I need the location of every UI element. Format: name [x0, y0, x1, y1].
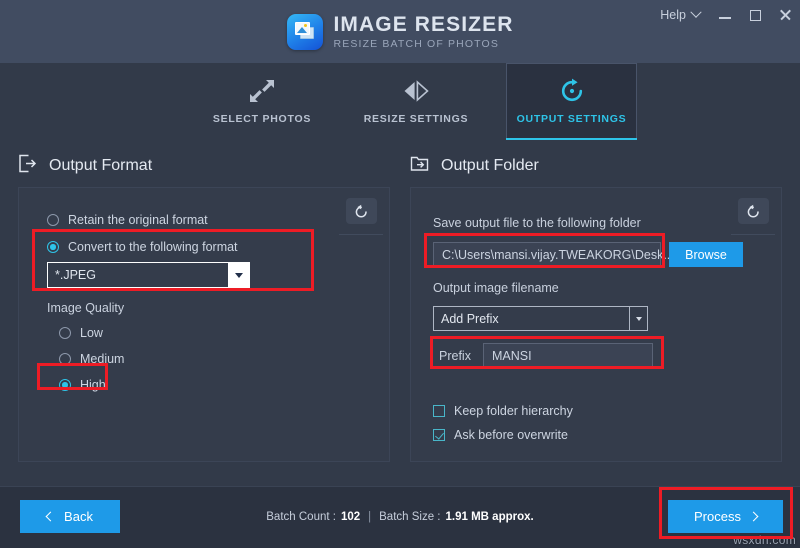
- expand-arrows-icon: [249, 78, 275, 104]
- radio-quality-medium[interactable]: Medium: [59, 352, 124, 366]
- output-folder-reset-button[interactable]: [738, 198, 769, 224]
- prefix-mode-arrow[interactable]: [629, 307, 647, 330]
- checkbox-ask-overwrite-label: Ask before overwrite: [454, 428, 568, 442]
- checkbox-keep-hierarchy[interactable]: Keep folder hierarchy: [433, 404, 573, 418]
- app-window: IMAGE RESIZER RESIZE BATCH OF PHOTOS Hel…: [0, 0, 800, 548]
- prefix-mode-select[interactable]: Add Prefix: [433, 306, 648, 331]
- refresh-icon: [559, 78, 585, 104]
- back-button[interactable]: Back: [20, 500, 120, 533]
- batch-count-label: Batch Count :: [266, 511, 336, 523]
- prefix-input[interactable]: MANSI: [482, 343, 653, 368]
- output-path-input[interactable]: C:\Users\mansi.vijay.TWEAKORG\Desk...: [433, 242, 674, 267]
- prefix-mode-value: Add Prefix: [441, 311, 499, 326]
- radio-quality-high-label: High: [80, 378, 106, 392]
- export-icon: [18, 154, 37, 178]
- batch-size-label: Batch Size :: [379, 511, 441, 523]
- chevron-down-icon: [690, 6, 702, 18]
- tab-resize-settings-label: RESIZE SETTINGS: [363, 112, 469, 125]
- reset-icon: [355, 204, 367, 218]
- close-button[interactable]: [770, 0, 800, 30]
- minimize-icon: [719, 17, 731, 19]
- prefix-label: Prefix: [439, 348, 471, 363]
- folder-export-icon: [410, 154, 429, 178]
- panel-divider: [339, 234, 383, 235]
- format-select[interactable]: *.JPEG: [47, 262, 250, 288]
- radio-quality-low-label: Low: [80, 326, 103, 340]
- radio-quality-low-indicator: [59, 327, 71, 339]
- tab-select-photos-label: SELECT PHOTOS: [212, 112, 312, 125]
- browse-button[interactable]: Browse: [669, 242, 743, 267]
- maximize-icon: [750, 10, 761, 21]
- output-folder-header: Output Folder: [410, 154, 539, 178]
- checkbox-keep-hierarchy-indicator: [433, 405, 445, 417]
- tab-resize-settings[interactable]: RESIZE SETTINGS: [351, 63, 481, 139]
- radio-quality-medium-label: Medium: [80, 352, 125, 366]
- checkbox-keep-hierarchy-label: Keep folder hierarchy: [454, 404, 573, 418]
- output-folder-panel: Save output file to the following folder…: [410, 187, 782, 462]
- tab-strip: SELECT PHOTOS RESIZE SETTINGS OUTPUT SET…: [0, 63, 800, 140]
- footer-bar: Batch Count : 102 | Batch Size : 1.91 MB…: [0, 486, 800, 548]
- tab-output-settings-label: OUTPUT SETTINGS: [516, 113, 627, 125]
- output-folder-title: Output Folder: [441, 157, 539, 174]
- prefix-field-row: Prefix MANSI: [439, 343, 653, 368]
- reset-icon: [747, 204, 759, 218]
- radio-retain-original-label: Retain the original format: [68, 213, 208, 227]
- chevron-left-icon: [45, 511, 56, 522]
- app-subtitle: RESIZE BATCH OF PHOTOS: [333, 37, 500, 50]
- batch-count-value: 102: [340, 511, 361, 523]
- process-button[interactable]: Process: [668, 500, 783, 533]
- batch-size-value: 1.91 MB approx.: [445, 511, 534, 523]
- checkbox-ask-overwrite[interactable]: Ask before overwrite: [433, 428, 568, 442]
- app-brand: IMAGE RESIZER RESIZE BATCH OF PHOTOS: [286, 12, 514, 50]
- title-bar: IMAGE RESIZER RESIZE BATCH OF PHOTOS Hel…: [0, 0, 800, 63]
- tab-select-photos[interactable]: SELECT PHOTOS: [197, 63, 327, 139]
- panel-divider: [731, 234, 775, 235]
- chevron-down-icon: [635, 316, 642, 321]
- chevron-down-icon: [234, 272, 243, 278]
- radio-retain-original-indicator: [47, 214, 59, 226]
- maximize-button[interactable]: [740, 0, 770, 30]
- radio-convert-format-indicator: [47, 241, 59, 253]
- radio-convert-format[interactable]: Convert to the following format: [47, 240, 238, 254]
- window-controls: Help: [650, 0, 800, 30]
- chevron-right-icon: [748, 511, 759, 522]
- output-format-reset-button[interactable]: [346, 198, 377, 224]
- batch-separator: |: [368, 511, 372, 523]
- save-output-label: Save output file to the following folder: [433, 216, 641, 230]
- help-label: Help: [660, 8, 686, 22]
- help-menu-button[interactable]: Help: [650, 4, 710, 26]
- output-filename-label: Output image filename: [433, 281, 559, 295]
- output-format-title: Output Format: [49, 157, 153, 174]
- watermark: wsxdn.com: [733, 533, 796, 547]
- checkbox-ask-overwrite-indicator: [433, 429, 445, 441]
- format-select-value: *.JPEG: [55, 268, 96, 282]
- radio-quality-low[interactable]: Low: [59, 326, 103, 340]
- output-format-header: Output Format: [18, 154, 152, 178]
- output-format-panel: Retain the original format Convert to th…: [18, 187, 390, 462]
- process-button-label: Process: [694, 509, 741, 524]
- radio-retain-original[interactable]: Retain the original format: [47, 213, 208, 227]
- format-select-arrow[interactable]: [228, 263, 249, 287]
- image-quality-label: Image Quality: [47, 301, 125, 315]
- radio-quality-high-indicator: [59, 379, 71, 391]
- radio-quality-medium-indicator: [59, 353, 71, 365]
- radio-convert-format-label: Convert to the following format: [68, 240, 238, 254]
- minimize-button[interactable]: [710, 0, 740, 30]
- tab-output-settings[interactable]: OUTPUT SETTINGS: [506, 63, 637, 140]
- back-button-label: Back: [64, 509, 93, 524]
- app-title: IMAGE RESIZER: [333, 12, 514, 36]
- app-logo-icon: [286, 13, 323, 50]
- mirror-icon: [403, 78, 429, 104]
- radio-quality-high[interactable]: High: [59, 378, 106, 392]
